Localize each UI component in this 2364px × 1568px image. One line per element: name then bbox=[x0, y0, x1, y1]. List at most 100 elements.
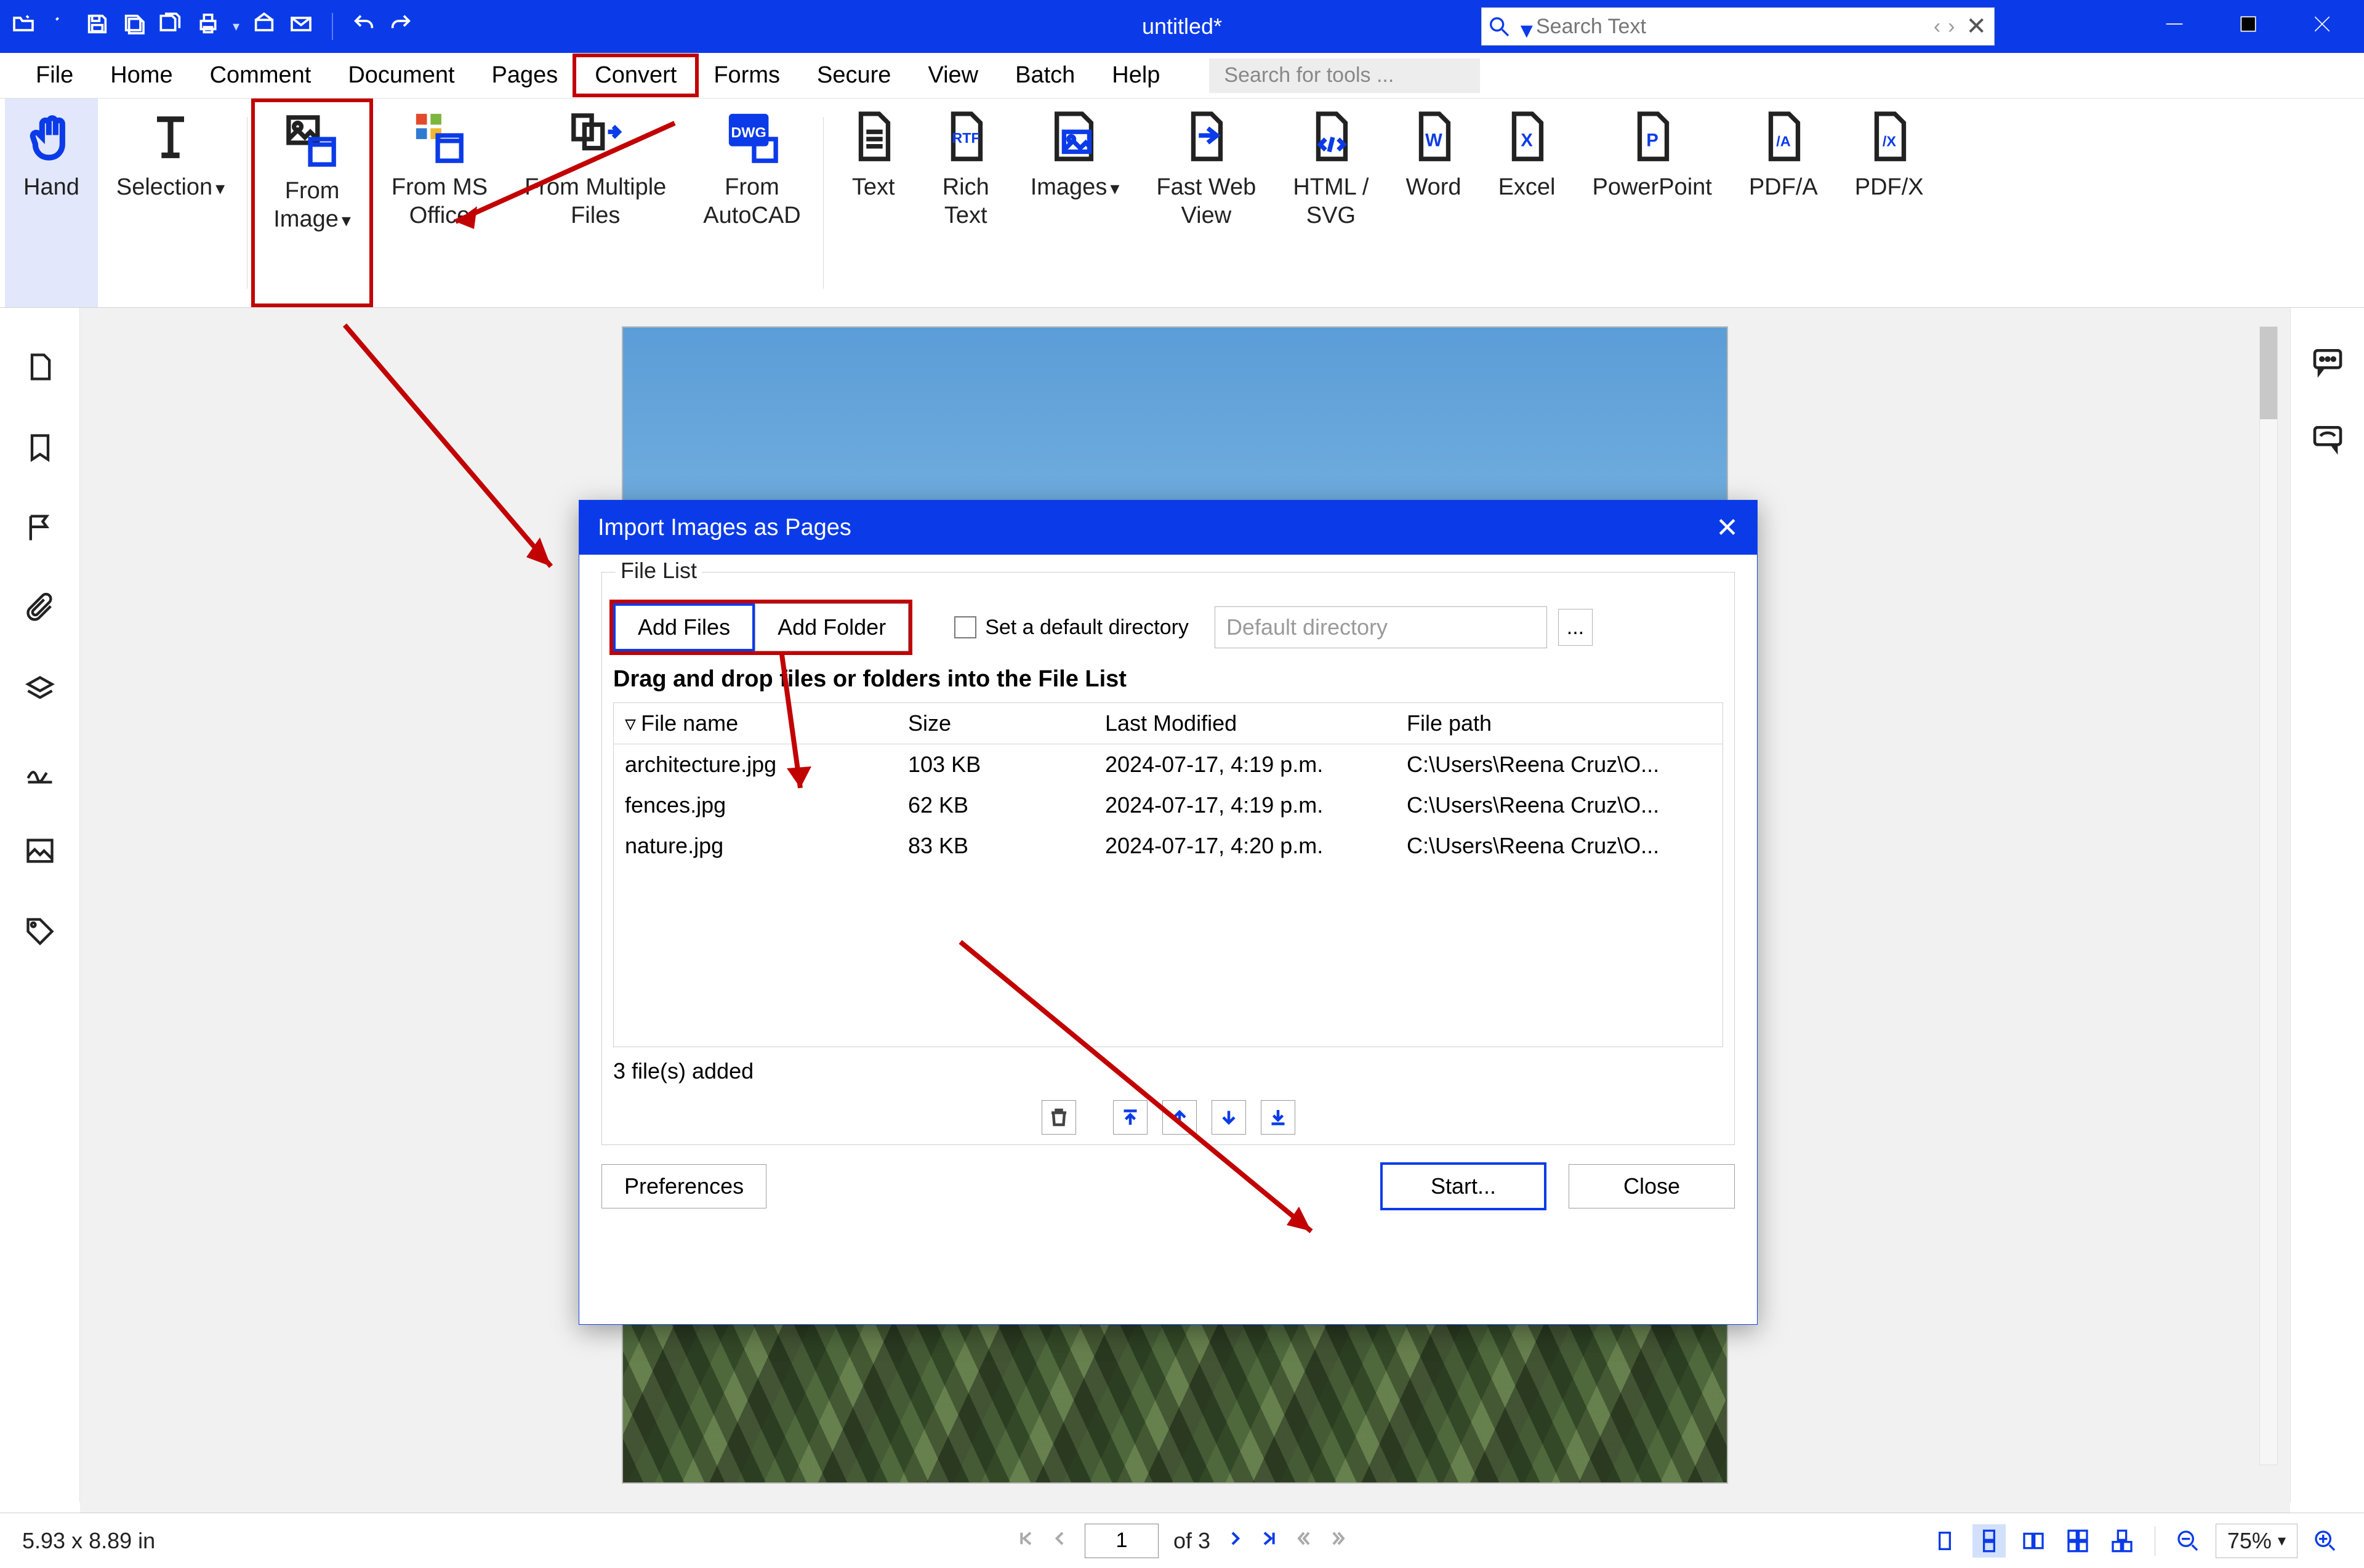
menu-file[interactable]: File bbox=[17, 57, 92, 94]
view-facing-cont-button[interactable] bbox=[2061, 1524, 2094, 1558]
view-facing-button[interactable] bbox=[2017, 1524, 2050, 1558]
scan-icon[interactable] bbox=[252, 12, 276, 42]
prev-view-button[interactable] bbox=[1294, 1528, 1314, 1554]
comments-pane-icon[interactable] bbox=[2310, 345, 2345, 385]
from-image-icon bbox=[284, 113, 340, 169]
menu-pages[interactable]: Pages bbox=[473, 57, 577, 94]
zoom-in-button[interactable] bbox=[2309, 1524, 2342, 1558]
browse-dir-button[interactable]: ... bbox=[1558, 609, 1593, 646]
maximize-icon[interactable] bbox=[2236, 12, 2261, 42]
move-up-button[interactable] bbox=[1162, 1100, 1197, 1135]
col-size[interactable]: Size bbox=[908, 710, 1105, 736]
menu-batch[interactable]: Batch bbox=[997, 57, 1093, 94]
prev-page-button[interactable] bbox=[1050, 1528, 1070, 1554]
tool-from-multiple-files[interactable]: From Multiple Files bbox=[506, 99, 685, 307]
dialog-titlebar[interactable]: Import Images as Pages ✕ bbox=[579, 501, 1757, 555]
menu-view[interactable]: View bbox=[909, 57, 997, 94]
table-row[interactable]: architecture.jpg103 KB2024-07-17, 4:19 p… bbox=[614, 744, 1723, 785]
delete-row-button[interactable] bbox=[1042, 1100, 1076, 1135]
next-view-button[interactable] bbox=[1329, 1528, 1348, 1554]
move-down-button[interactable] bbox=[1212, 1100, 1246, 1135]
tool-pdfa[interactable]: /A PDF/A bbox=[1731, 99, 1836, 307]
image-panel-icon[interactable] bbox=[24, 835, 56, 872]
menu-help[interactable]: Help bbox=[1093, 57, 1178, 94]
next-page-button[interactable] bbox=[1225, 1528, 1245, 1554]
chat-pane-icon[interactable] bbox=[2310, 422, 2345, 462]
zoom-out-button[interactable] bbox=[2171, 1524, 2205, 1558]
tool-rich-text[interactable]: RTF Rich Text bbox=[920, 99, 1012, 307]
close-icon[interactable] bbox=[2310, 12, 2334, 42]
dialog-close-icon[interactable]: ✕ bbox=[1716, 512, 1739, 544]
menu-convert[interactable]: Convert bbox=[573, 54, 699, 97]
col-last-modified[interactable]: Last Modified bbox=[1105, 710, 1407, 736]
zoom-level[interactable]: 75%▾ bbox=[2216, 1524, 2298, 1558]
thumbnails-icon[interactable] bbox=[24, 351, 56, 388]
email-icon[interactable] bbox=[289, 12, 313, 42]
start-button[interactable]: Start... bbox=[1380, 1162, 1546, 1210]
minimize-icon[interactable] bbox=[2162, 12, 2187, 42]
col-file-path[interactable]: File path bbox=[1407, 710, 1711, 736]
save-icon[interactable] bbox=[85, 12, 110, 42]
tool-label: From MS Office bbox=[392, 174, 488, 230]
move-top-button[interactable] bbox=[1113, 1100, 1148, 1135]
search-box[interactable]: ▼ ‹ › ✕ bbox=[1481, 7, 1995, 46]
undo-icon[interactable] bbox=[352, 12, 376, 42]
tool-hand[interactable]: Hand bbox=[5, 99, 98, 307]
tool-from-autocad[interactable]: DWG From AutoCAD bbox=[685, 99, 819, 307]
tool-powerpoint[interactable]: P PowerPoint bbox=[1574, 99, 1731, 307]
menu-home[interactable]: Home bbox=[92, 57, 191, 94]
table-row[interactable]: fences.jpg62 KB2024-07-17, 4:19 p.m.C:\U… bbox=[614, 785, 1723, 826]
col-file-name[interactable]: ▿File name bbox=[625, 710, 908, 736]
flag-icon[interactable] bbox=[24, 512, 56, 550]
search-input[interactable] bbox=[1536, 15, 1930, 39]
status-bar: 5.93 x 8.89 in of 3 75%▾ bbox=[0, 1513, 2364, 1568]
save-copy-icon[interactable] bbox=[122, 12, 147, 42]
table-row[interactable]: nature.jpg83 KB2024-07-17, 4:20 p.m.C:\U… bbox=[614, 826, 1723, 866]
move-bottom-button[interactable] bbox=[1261, 1100, 1295, 1135]
tags-icon[interactable] bbox=[24, 915, 56, 953]
search-close-icon[interactable]: ✕ bbox=[1958, 12, 1994, 41]
tool-fast-web-view[interactable]: Fast Web View bbox=[1138, 99, 1274, 307]
tool-excel[interactable]: X Excel bbox=[1480, 99, 1574, 307]
menu-comment[interactable]: Comment bbox=[191, 57, 330, 94]
add-folder-button[interactable]: Add Folder bbox=[755, 603, 909, 651]
save-all-icon[interactable] bbox=[159, 12, 183, 42]
view-continuous-button[interactable] bbox=[1972, 1524, 2006, 1558]
text-file-icon bbox=[846, 110, 901, 165]
menu-forms[interactable]: Forms bbox=[695, 57, 798, 94]
tool-from-msoffice[interactable]: From MS Office bbox=[373, 99, 506, 307]
tool-pdfx[interactable]: /X PDF/X bbox=[1836, 99, 1942, 307]
menu-secure[interactable]: Secure bbox=[798, 57, 909, 94]
menu-document[interactable]: Document bbox=[329, 57, 473, 94]
tool-from-image[interactable]: From Image▾ bbox=[251, 99, 373, 307]
open-file-icon[interactable] bbox=[11, 12, 36, 42]
close-button[interactable]: Close bbox=[1569, 1164, 1735, 1208]
attachments-icon[interactable] bbox=[24, 593, 56, 630]
signature-icon[interactable] bbox=[24, 754, 56, 792]
preferences-button[interactable]: Preferences bbox=[601, 1164, 766, 1208]
tool-text[interactable]: Text bbox=[827, 99, 920, 307]
search-next-icon[interactable]: › bbox=[1944, 15, 1958, 39]
view-single-button[interactable] bbox=[1928, 1524, 1961, 1558]
file-table[interactable]: ▿File name Size Last Modified File path … bbox=[613, 702, 1723, 1047]
view-cover-button[interactable] bbox=[2105, 1524, 2139, 1558]
tool-label: Hand bbox=[23, 174, 79, 202]
layers-icon[interactable] bbox=[24, 673, 56, 711]
search-prev-icon[interactable]: ‹ bbox=[1930, 15, 1944, 39]
tool-selection[interactable]: Selection▾ bbox=[98, 99, 243, 307]
tool-html-svg[interactable]: HTML / SVG bbox=[1274, 99, 1387, 307]
first-page-button[interactable] bbox=[1016, 1528, 1035, 1554]
chevron-down-icon[interactable]: ▼ bbox=[1516, 19, 1531, 34]
tool-images[interactable]: Images▾ bbox=[1012, 99, 1138, 307]
redo-icon[interactable] bbox=[388, 12, 413, 42]
tools-search-input[interactable]: Search for tools ... bbox=[1209, 58, 1480, 93]
add-files-button[interactable]: Add Files bbox=[613, 603, 755, 651]
tool-word[interactable]: W Word bbox=[1387, 99, 1479, 307]
page-number-input[interactable] bbox=[1085, 1524, 1159, 1558]
default-dir-input[interactable]: Default directory bbox=[1215, 606, 1547, 648]
last-page-button[interactable] bbox=[1260, 1528, 1279, 1554]
set-default-dir-checkbox[interactable] bbox=[954, 616, 976, 638]
bookmarks-icon[interactable] bbox=[24, 432, 56, 469]
vertical-scrollbar[interactable] bbox=[2259, 326, 2278, 1465]
print-icon[interactable] bbox=[196, 12, 220, 42]
